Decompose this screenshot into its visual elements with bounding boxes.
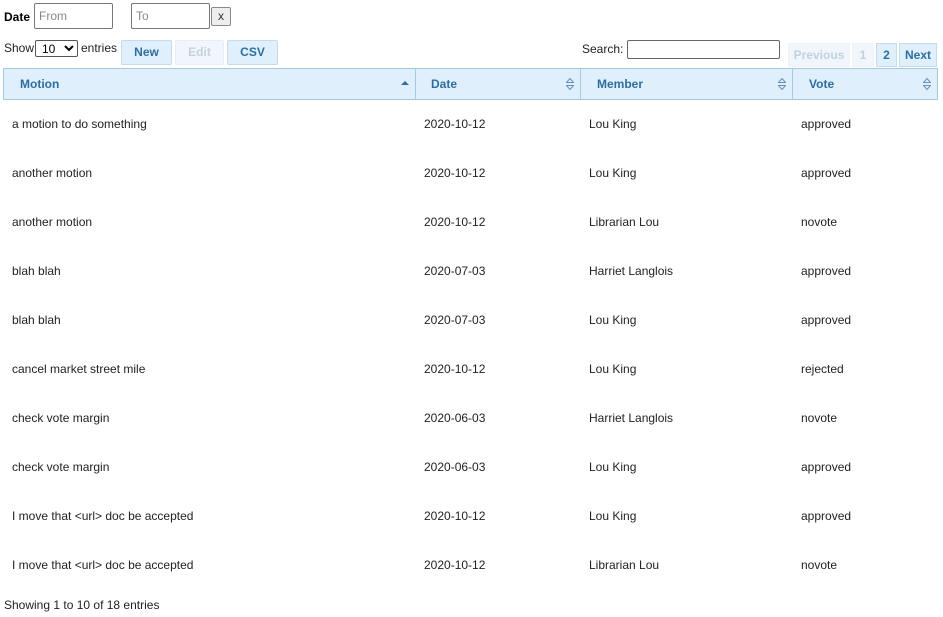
column-header-member[interactable]: Member [581, 69, 793, 99]
show-label: Show [4, 41, 35, 55]
date-cell: 2020-07-03 [424, 264, 486, 278]
vote-cell: approved [801, 166, 852, 180]
csv-button[interactable]: CSV [227, 40, 278, 65]
motion-cell: I move that <url> doc be accepted [12, 509, 194, 523]
date-to-input[interactable] [131, 3, 210, 29]
table-header: Motion Date Member Vote [3, 68, 938, 100]
next-page-button[interactable]: Next [899, 43, 937, 67]
member-cell: Lou King [589, 460, 637, 474]
table-row[interactable]: check vote margin 2020-06-03 Harriet Lan… [3, 394, 938, 443]
date-cell: 2020-10-12 [424, 166, 486, 180]
page-1-button[interactable]: 1 [852, 43, 874, 67]
sort-both-icon [566, 78, 574, 90]
vote-cell: novote [801, 411, 838, 425]
table-row[interactable]: blah blah 2020-07-03 Harriet Langlois ap… [3, 247, 938, 296]
member-cell: Librarian Lou [589, 558, 660, 572]
member-cell: Harriet Langlois [589, 411, 674, 425]
search-input[interactable] [627, 40, 780, 59]
member-cell: Lou King [589, 313, 637, 327]
motion-cell: blah blah [12, 313, 61, 327]
table-row[interactable]: blah blah 2020-07-03 Lou King approved [3, 296, 938, 345]
page-length-select[interactable]: 10 [35, 40, 78, 57]
previous-page-button[interactable]: Previous [788, 43, 850, 67]
table-row[interactable]: cancel market street mile 2020-10-12 Lou… [3, 345, 938, 394]
member-cell: Lou King [589, 509, 637, 523]
motion-cell: another motion [12, 215, 93, 229]
motion-cell: blah blah [12, 264, 61, 278]
date-cell: 2020-06-03 [424, 460, 486, 474]
entries-label: entries [81, 41, 118, 55]
page-2-button[interactable]: 2 [876, 43, 897, 67]
date-cell: 2020-07-03 [424, 313, 486, 327]
table-row[interactable]: check vote margin 2020-06-03 Lou King ap… [3, 443, 938, 492]
table-info: Showing 1 to 10 of 18 entries [4, 598, 160, 612]
motion-cell: cancel market street mile [12, 362, 146, 376]
new-button[interactable]: New [121, 40, 172, 65]
motion-cell: check vote margin [12, 411, 110, 425]
sort-both-icon [923, 78, 931, 90]
column-header-label: Member [597, 77, 644, 91]
date-from-input[interactable] [34, 3, 113, 29]
vote-cell: rejected [801, 362, 844, 376]
sort-both-icon [778, 78, 786, 90]
motion-cell: check vote margin [12, 460, 110, 474]
date-cell: 2020-06-03 [424, 411, 486, 425]
table-row[interactable]: I move that <url> doc be accepted 2020-1… [3, 492, 938, 541]
member-cell: Lou King [589, 362, 637, 376]
member-cell: Lou King [589, 166, 637, 180]
table-row[interactable]: a motion to do something 2020-10-12 Lou … [3, 100, 938, 149]
member-cell: Lou King [589, 117, 637, 131]
vote-cell: approved [801, 313, 852, 327]
motion-cell: I move that <url> doc be accepted [12, 558, 194, 572]
clear-date-button[interactable]: x [211, 7, 231, 26]
edit-button[interactable]: Edit [175, 40, 224, 65]
motion-cell: another motion [12, 166, 93, 180]
column-header-label: Motion [20, 77, 60, 91]
column-header-motion[interactable]: Motion [4, 69, 416, 99]
member-cell: Librarian Lou [589, 215, 660, 229]
column-header-date[interactable]: Date [416, 69, 581, 99]
vote-cell: approved [801, 509, 852, 523]
vote-cell: approved [801, 264, 852, 278]
vote-cell: novote [801, 558, 838, 572]
motion-cell: a motion to do something [12, 117, 147, 131]
member-cell: Harriet Langlois [589, 264, 674, 278]
column-header-label: Vote [809, 77, 835, 91]
date-filter-label: Date [4, 10, 31, 24]
date-cell: 2020-10-12 [424, 215, 486, 229]
sort-ascending-icon [401, 78, 409, 90]
date-cell: 2020-10-12 [424, 558, 486, 572]
vote-cell: approved [801, 460, 852, 474]
column-header-vote[interactable]: Vote [793, 69, 937, 99]
table-row[interactable]: I move that <url> doc be accepted 2020-1… [3, 541, 938, 590]
vote-cell: novote [801, 215, 838, 229]
date-cell: 2020-10-12 [424, 509, 486, 523]
table-row[interactable]: another motion 2020-10-12 Lou King appro… [3, 149, 938, 198]
search-label: Search: [582, 42, 624, 56]
date-cell: 2020-10-12 [424, 117, 486, 131]
vote-cell: approved [801, 117, 852, 131]
column-header-label: Date [431, 77, 458, 91]
date-cell: 2020-10-12 [424, 362, 486, 376]
table-row[interactable]: another motion 2020-10-12 Librarian Lou … [3, 198, 938, 247]
